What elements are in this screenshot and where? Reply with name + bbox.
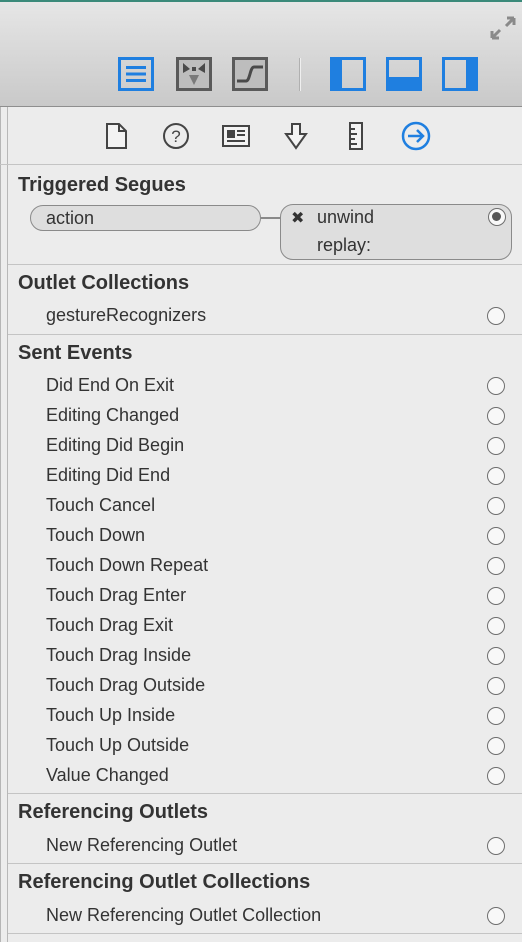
file-inspector-icon[interactable] — [101, 121, 131, 151]
connection-circle[interactable] — [487, 497, 505, 515]
referencing-outlet-collections-title: Referencing Outlet Collections — [18, 871, 311, 893]
assistant-editor-icon[interactable] — [176, 57, 212, 91]
debug-area-toggle-icon[interactable] — [386, 57, 422, 91]
segue-target-pill[interactable]: ✖ unwind replay: — [280, 204, 512, 260]
event-touch-drag-enter: Touch Drag Enter — [46, 585, 187, 605]
toolbar-separator — [299, 58, 301, 91]
segue-action-pill[interactable]: action — [30, 205, 261, 231]
connection-circle[interactable] — [487, 587, 505, 605]
navigator-toggle-icon[interactable] — [330, 57, 366, 91]
connection-circle[interactable] — [487, 617, 505, 635]
segue-connection-line — [261, 217, 281, 219]
inspector-tab-bar — [0, 107, 522, 165]
event-editing-did-end: Editing Did End — [46, 465, 171, 485]
identity-inspector-icon[interactable] — [221, 121, 251, 151]
new-referencing-outlet: New Referencing Outlet — [46, 835, 238, 855]
connection-circle[interactable] — [487, 557, 505, 575]
event-value-changed: Value Changed — [46, 765, 169, 785]
window-toolbar — [0, 0, 522, 107]
connection-circle[interactable] — [487, 907, 505, 925]
event-touch-cancel: Touch Cancel — [46, 495, 156, 515]
referencing-outlets-title: Referencing Outlets — [18, 801, 209, 823]
quick-help-icon[interactable]: ? — [161, 121, 191, 151]
connection-circle[interactable] — [487, 837, 505, 855]
outlet-collections-title: Outlet Collections — [18, 272, 190, 294]
connection-circle[interactable] — [487, 407, 505, 425]
event-touch-drag-exit: Touch Drag Exit — [46, 615, 174, 635]
new-referencing-outlet-collection: New Referencing Outlet Collection — [46, 905, 322, 925]
remove-connection-icon[interactable]: ✖ — [291, 208, 304, 228]
outlet-collection-gesture-recognizers: gestureRecognizers — [46, 305, 207, 325]
version-editor-icon[interactable] — [232, 57, 268, 91]
svg-text:?: ? — [171, 127, 180, 146]
event-touch-down: Touch Down — [46, 525, 146, 545]
connection-circle[interactable] — [487, 377, 505, 395]
event-touch-drag-outside: Touch Drag Outside — [46, 675, 206, 695]
sent-events-title: Sent Events — [18, 342, 133, 364]
utilities-toggle-icon[interactable] — [442, 57, 478, 91]
connection-circle[interactable] — [487, 437, 505, 455]
connection-circle[interactable] — [487, 467, 505, 485]
connection-circle[interactable] — [487, 307, 505, 325]
size-inspector-icon[interactable] — [341, 121, 371, 151]
fullscreen-toggle-icon[interactable] — [488, 14, 518, 42]
event-touch-down-repeat: Touch Down Repeat — [46, 555, 209, 575]
event-touch-up-outside: Touch Up Outside — [46, 735, 190, 755]
connections-inspector-icon[interactable] — [401, 121, 431, 151]
connection-circle[interactable] — [487, 647, 505, 665]
attributes-inspector-icon[interactable] — [281, 121, 311, 151]
segue-target-label-line2: replay: — [317, 235, 372, 255]
standard-editor-icon[interactable] — [118, 57, 154, 91]
event-touch-drag-inside: Touch Drag Inside — [46, 645, 192, 665]
connection-circle[interactable] — [487, 527, 505, 545]
connection-circle[interactable] — [487, 737, 505, 755]
event-editing-did-begin: Editing Did Begin — [46, 435, 185, 455]
triggered-segues-title: Triggered Segues — [18, 174, 186, 196]
event-touch-up-inside: Touch Up Inside — [46, 705, 176, 725]
event-did-end-on-exit: Did End On Exit — [46, 375, 175, 395]
connection-circle[interactable] — [487, 767, 505, 785]
segue-action-label: action — [46, 208, 95, 228]
event-editing-changed: Editing Changed — [46, 405, 180, 425]
connection-circle[interactable] — [487, 707, 505, 725]
connection-circle[interactable] — [487, 677, 505, 695]
connection-circle[interactable] — [488, 208, 506, 226]
segue-target-label: unwind — [317, 207, 375, 227]
